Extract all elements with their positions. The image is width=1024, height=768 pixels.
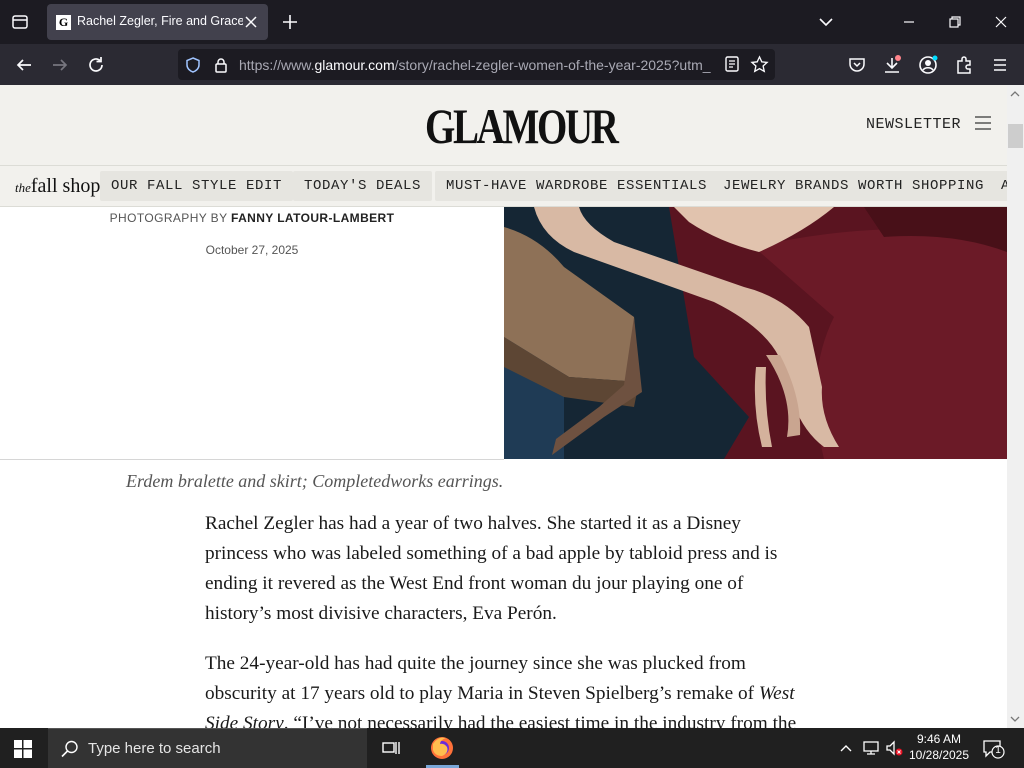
restore-icon[interactable] xyxy=(943,10,967,34)
glamour-logo[interactable]: GLAMOUR xyxy=(425,97,619,155)
extensions-icon[interactable] xyxy=(952,53,976,77)
category-chip-next[interactable]: A xyxy=(990,171,1007,201)
volume-muted-icon[interactable] xyxy=(885,739,903,757)
article-paragraph-1: Rachel Zegler has had a year of two halv… xyxy=(205,513,778,624)
url-bar[interactable]: https://www.glamour.com/story/rachel-zeg… xyxy=(178,49,775,80)
network-icon[interactable] xyxy=(862,739,880,757)
photo-credit: PHOTOGRAPHY BY FANNY LATOUR-LAMBERT xyxy=(109,211,395,225)
reload-icon[interactable] xyxy=(84,53,108,77)
navigation-toolbar: https://www.glamour.com/story/rachel-zeg… xyxy=(0,44,1024,85)
close-window-icon[interactable] xyxy=(989,10,1013,34)
notifications-icon[interactable]: 1 xyxy=(982,738,1006,760)
site-header: GLAMOUR NEWSLETTER xyxy=(0,85,1007,165)
page-content: GLAMOUR NEWSLETTER thefall shop OUR FALL… xyxy=(0,85,1007,728)
reader-view-icon[interactable] xyxy=(723,55,741,73)
scrollbar-thumb[interactable] xyxy=(1008,124,1023,148)
caption-divider xyxy=(0,459,504,460)
glamour-favicon-icon: G xyxy=(56,15,71,30)
forward-icon[interactable] xyxy=(48,53,72,77)
chevron-down-icon[interactable] xyxy=(814,10,838,34)
category-chip-wardrobe-essentials[interactable]: MUST-HAVE WARDROBE ESSENTIALS xyxy=(435,171,719,201)
back-icon[interactable] xyxy=(12,53,36,77)
system-clock[interactable]: 9:46 AM 10/28/2025 xyxy=(908,731,970,763)
newsletter-link[interactable]: NEWSLETTER xyxy=(866,116,961,133)
active-tab[interactable]: G Rachel Zegler, Fire and Grace | Glamou… xyxy=(47,4,268,40)
page-scrollbar[interactable] xyxy=(1007,85,1024,728)
photographer-name[interactable]: FANNY LATOUR-LAMBERT xyxy=(231,211,394,225)
list-all-tabs-icon[interactable] xyxy=(8,10,32,34)
article-paragraph-2: The 24-year-old has had quite the journe… xyxy=(205,653,797,728)
minimize-icon[interactable] xyxy=(897,10,921,34)
task-view-icon[interactable] xyxy=(381,738,401,758)
tab-title: Rachel Zegler, Fire and Grace | Glamour xyxy=(77,14,243,28)
publish-date: October 27, 2025 xyxy=(205,243,299,257)
windows-taskbar: Type here to search 9:46 AM 10/28/2025 1 xyxy=(0,728,1024,768)
account-icon[interactable] xyxy=(916,53,940,77)
category-chip-todays-deals[interactable]: TODAY'S DEALS xyxy=(293,171,433,201)
firefox-taskbar-icon[interactable] xyxy=(428,734,456,762)
show-hidden-icons-chevron-icon[interactable] xyxy=(838,740,854,756)
tab-bar: G Rachel Zegler, Fire and Grace | Glamou… xyxy=(0,0,1024,44)
search-placeholder: Type here to search xyxy=(88,740,221,757)
clock-time: 9:46 AM xyxy=(916,732,962,746)
fall-shop-logo[interactable]: thefall shop xyxy=(15,175,100,198)
scroll-down-arrow-icon[interactable] xyxy=(1009,714,1021,724)
close-tab-icon[interactable] xyxy=(242,13,260,31)
photo-caption: Erdem bralette and skirt; Completedworks… xyxy=(126,471,504,491)
downloads-icon[interactable] xyxy=(880,53,904,77)
scroll-up-arrow-icon[interactable] xyxy=(1009,89,1021,99)
notification-count: 1 xyxy=(995,745,1001,756)
pocket-icon[interactable] xyxy=(845,53,869,77)
menu-icon[interactable] xyxy=(974,116,992,130)
bookmark-star-icon[interactable] xyxy=(750,55,769,74)
clock-date: 10/28/2025 xyxy=(908,748,970,762)
category-chip-jewelry-brands[interactable]: JEWELRY BRANDS WORTH SHOPPING xyxy=(712,171,996,201)
lock-icon[interactable] xyxy=(212,56,230,74)
url-text[interactable]: https://www.glamour.com/story/rachel-zeg… xyxy=(239,57,714,73)
app-menu-icon[interactable] xyxy=(988,53,1012,77)
new-tab-icon[interactable] xyxy=(279,11,301,33)
article-photo xyxy=(504,207,1007,459)
taskbar-search-box[interactable]: Type here to search xyxy=(48,728,367,768)
windows-start-icon[interactable] xyxy=(14,740,32,758)
tracking-protection-shield-icon[interactable] xyxy=(184,56,202,74)
search-icon xyxy=(60,739,80,759)
category-chip-fall-style-edit[interactable]: OUR FALL STYLE EDIT xyxy=(100,171,294,201)
category-bar: thefall shop OUR FALL STYLE EDIT TODAY'S… xyxy=(0,165,1007,207)
